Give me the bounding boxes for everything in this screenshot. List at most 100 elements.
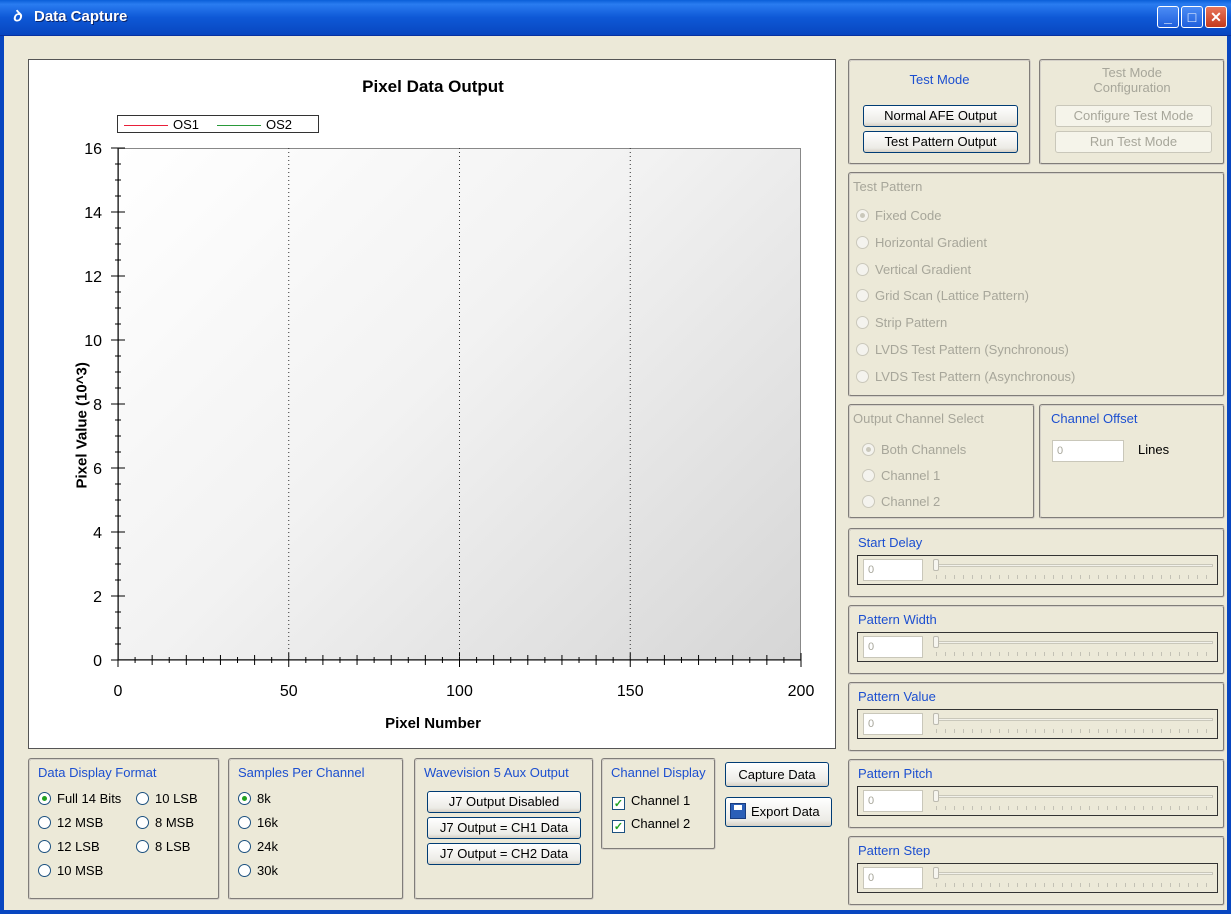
samples-24k-label: 24k (257, 839, 278, 854)
format-12-msb[interactable]: 12 MSB (38, 815, 103, 833)
y-tick-label: 14 (84, 205, 102, 222)
pattern-pitch-title: Pattern Pitch (858, 766, 933, 781)
radio-icon (862, 469, 875, 482)
samples-16k[interactable]: 16k (238, 815, 278, 833)
slider-ticks (936, 883, 1212, 887)
start-delay-spinner[interactable]: 0 (863, 559, 923, 581)
x-tick-label: 50 (280, 683, 298, 700)
format-12-lsb-label: 12 LSB (57, 839, 100, 854)
format-8-lsb-label: 8 LSB (155, 839, 191, 854)
samples-per-channel-title: Samples Per Channel (238, 765, 365, 780)
capture-data-button[interactable]: Capture Data (725, 762, 829, 787)
close-button[interactable]: ✕ (1205, 6, 1227, 28)
window-title: Data Capture (34, 8, 128, 25)
x-tick-label: 0 (114, 683, 123, 700)
slider-thumb[interactable] (933, 790, 939, 802)
pattern-width-slider[interactable] (933, 641, 1213, 644)
test-pattern-vertical-gradient-label: Vertical Gradient (875, 261, 972, 277)
channel-offset-title: Channel Offset (1051, 411, 1138, 426)
pattern-pitch-group: Pattern Pitch 0 (848, 759, 1225, 829)
test-pattern-output-button[interactable]: Test Pattern Output (863, 131, 1018, 153)
radio-icon (856, 289, 869, 303)
samples-30k-label: 30k (257, 863, 278, 878)
test-pattern-lvds-test-pattern-asynchronous[interactable]: LVDS Test Pattern (Asynchronous) (856, 369, 1075, 387)
radio-icon (38, 792, 51, 805)
pattern-value-group: Pattern Value 0 (848, 682, 1225, 752)
radio-icon (856, 316, 869, 330)
y-tick-label: 0 (93, 653, 102, 670)
j7-output-ch1-button[interactable]: J7 Output = CH1 Data (427, 817, 581, 839)
slider-thumb[interactable] (933, 559, 939, 571)
output-channel-channel-2[interactable]: Channel 2 (862, 494, 940, 512)
channel-display-title: Channel Display (611, 765, 706, 780)
slider-thumb[interactable] (933, 867, 939, 879)
radio-icon (856, 369, 869, 383)
y-tick-label: 10 (84, 333, 102, 350)
output-channel-both-channels[interactable]: Both Channels (862, 442, 966, 460)
run-test-mode-button[interactable]: Run Test Mode (1055, 131, 1212, 153)
pattern-step-spinner[interactable]: 0 (863, 867, 923, 889)
pattern-value-slider[interactable] (933, 718, 1213, 721)
test-pattern-grid-scan-lattice-pattern[interactable]: Grid Scan (Lattice Pattern) (856, 288, 1029, 306)
pattern-pitch-slider[interactable] (933, 795, 1213, 798)
radio-icon (862, 495, 875, 508)
channel-offset-group: Channel Offset 0 Lines (1039, 404, 1225, 519)
test-pattern-group: Test Pattern Fixed Code Horizontal Gradie… (848, 172, 1225, 397)
pattern-value-spinner[interactable]: 0 (863, 713, 923, 735)
radio-icon (856, 262, 869, 276)
samples-24k[interactable]: 24k (238, 839, 278, 857)
test-pattern-vertical-gradient[interactable]: Vertical Gradient (856, 262, 971, 280)
aux-output-title: Wavevision 5 Aux Output (424, 765, 569, 780)
maximize-button[interactable]: □ (1181, 6, 1203, 28)
format-10-lsb[interactable]: 10 LSB (136, 791, 198, 809)
format-8-msb[interactable]: 8 MSB (136, 815, 194, 833)
aux-output-group: Wavevision 5 Aux Output J7 Output Disabl… (414, 758, 594, 900)
checkmark-icon: ✓ (612, 797, 625, 810)
slider-thumb[interactable] (933, 636, 939, 648)
pattern-step-group: Pattern Step 0 (848, 836, 1225, 906)
format-12-msb-label: 12 MSB (57, 815, 104, 830)
format-full-14-bits-label: Full 14 Bits (57, 791, 122, 806)
normal-afe-output-button[interactable]: Normal AFE Output (863, 105, 1018, 127)
x-tick-label: 100 (446, 683, 473, 700)
minimize-button[interactable]: _ (1157, 6, 1179, 28)
test-pattern-grid-scan-lattice-pattern-label: Grid Scan (Lattice Pattern) (875, 288, 1029, 304)
pattern-width-title: Pattern Width (858, 612, 937, 627)
channel2-label: Channel 2 (631, 816, 691, 831)
slider-thumb[interactable] (933, 713, 939, 725)
start-delay-slider[interactable] (933, 564, 1213, 567)
slider-frame: 0 (857, 786, 1218, 816)
slider-ticks (936, 729, 1212, 733)
samples-8k[interactable]: 8k (238, 791, 271, 809)
test-pattern-lvds-test-pattern-synchronous[interactable]: LVDS Test Pattern (Synchronous) (856, 342, 1069, 360)
samples-30k[interactable]: 30k (238, 863, 278, 881)
test-pattern-fixed-code[interactable]: Fixed Code (856, 208, 941, 226)
format-full-14-bits[interactable]: Full 14 Bits (38, 791, 121, 809)
x-tick-label: 200 (788, 683, 815, 700)
y-tick-label: 6 (93, 461, 102, 478)
pattern-step-slider[interactable] (933, 872, 1213, 875)
j7-output-disabled-button[interactable]: J7 Output Disabled (427, 791, 581, 813)
test-pattern-horizontal-gradient[interactable]: Horizontal Gradient (856, 235, 987, 253)
output-channel-title: Output Channel Select (853, 411, 984, 426)
format-8-lsb[interactable]: 8 LSB (136, 839, 190, 857)
slider-frame: 0 (857, 555, 1218, 585)
output-channel-channel-1[interactable]: Channel 1 (862, 468, 940, 486)
test-pattern-fixed-code-label: Fixed Code (875, 208, 942, 223)
format-12-lsb[interactable]: 12 LSB (38, 839, 100, 857)
export-data-label: Export Data (751, 804, 820, 819)
test-pattern-strip-pattern[interactable]: Strip Pattern (856, 315, 947, 333)
channel-offset-spinner[interactable]: 0 (1052, 440, 1124, 462)
j7-output-ch2-button[interactable]: J7 Output = CH2 Data (427, 843, 581, 865)
configure-test-mode-button[interactable]: Configure Test Mode (1055, 105, 1212, 127)
format-10-lsb-label: 10 LSB (155, 791, 198, 806)
format-10-msb[interactable]: 10 MSB (38, 863, 103, 881)
radio-icon (856, 209, 869, 222)
pattern-pitch-spinner[interactable]: 0 (863, 790, 923, 812)
channel1-checkbox[interactable]: ✓ Channel 1 (612, 793, 690, 811)
radio-icon (238, 840, 251, 853)
channel2-checkbox[interactable]: ✓ Channel 2 (612, 816, 690, 834)
output-channel-group: Output Channel Select Both Channels Chann… (848, 404, 1035, 519)
export-data-button[interactable]: Export Data (725, 797, 832, 827)
pattern-width-spinner[interactable]: 0 (863, 636, 923, 658)
